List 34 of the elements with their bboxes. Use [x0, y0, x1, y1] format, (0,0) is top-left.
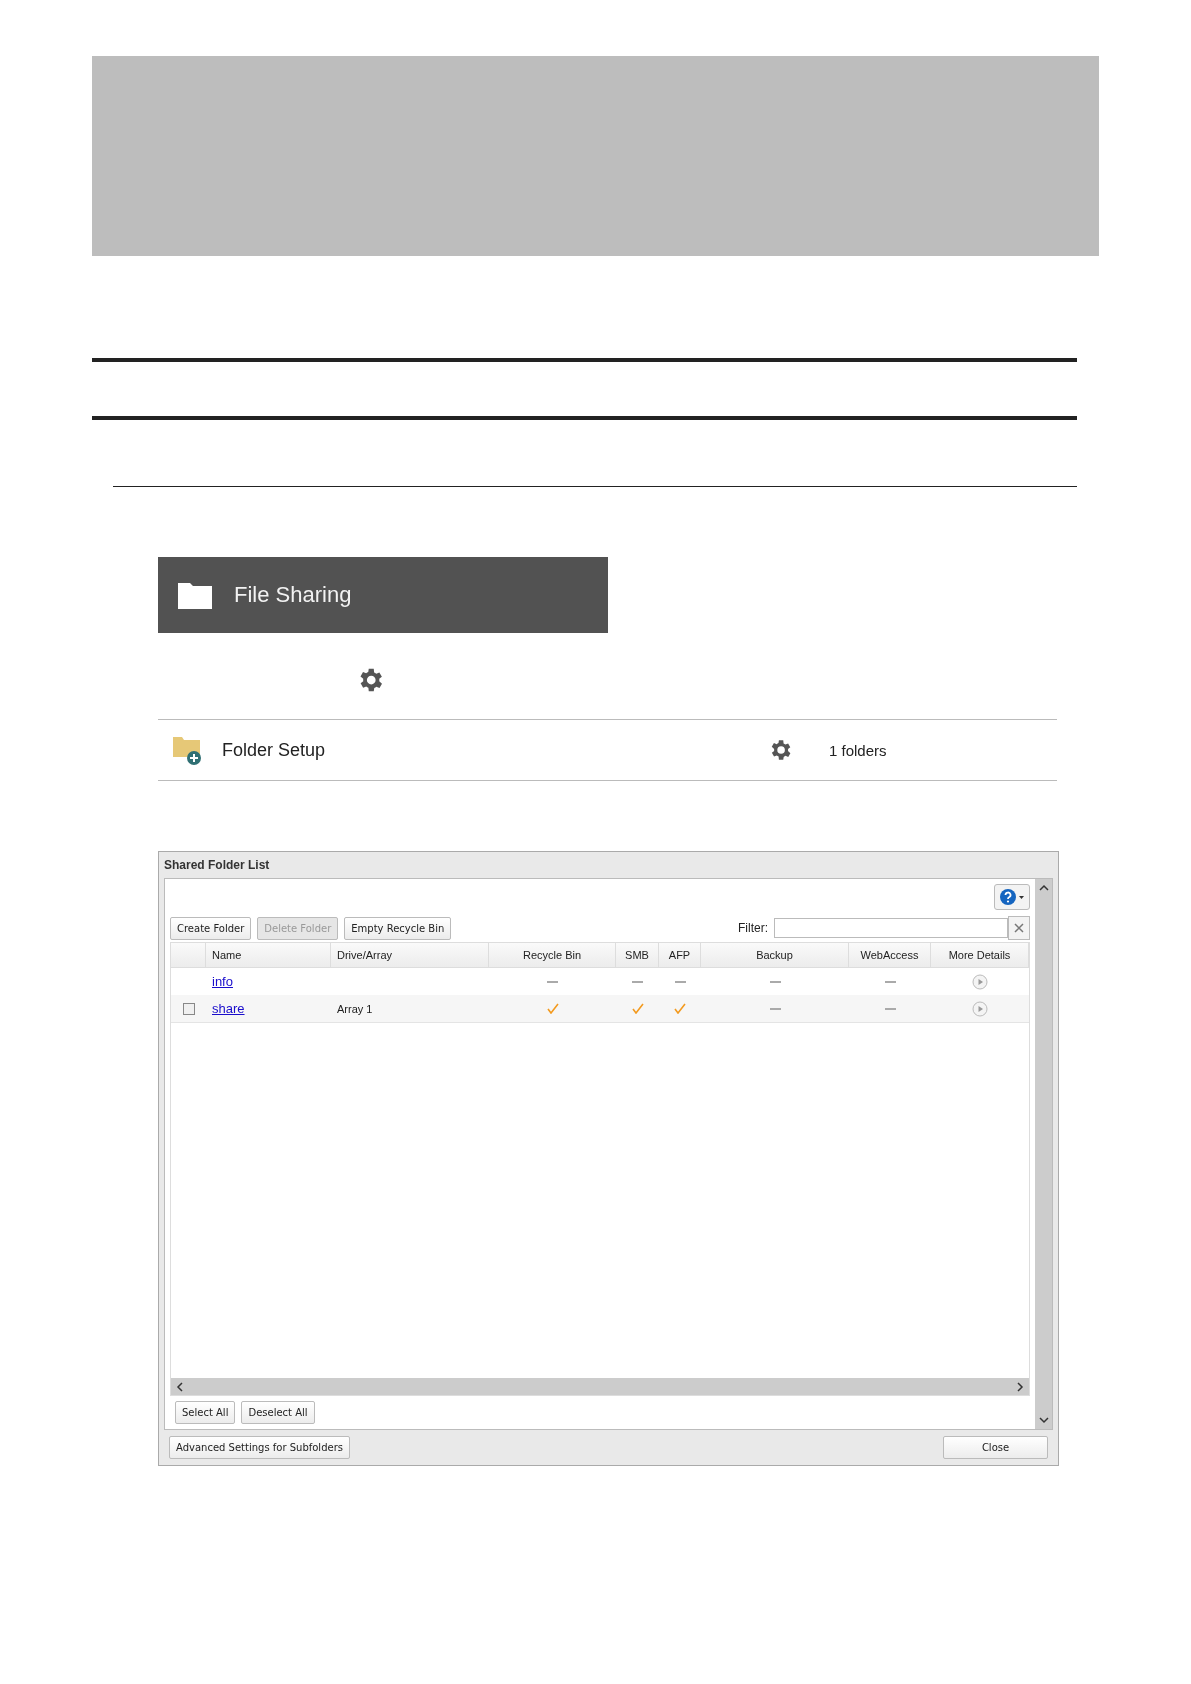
- column-header[interactable]: Backup: [701, 943, 849, 967]
- folder-setup-label: Folder Setup: [222, 739, 327, 761]
- help-icon: [999, 888, 1025, 906]
- close-button[interactable]: Close: [943, 1436, 1048, 1459]
- folder-link[interactable]: share: [212, 1001, 245, 1016]
- column-header[interactable]: Recycle Bin: [489, 943, 616, 967]
- filter-field[interactable]: [774, 918, 1008, 938]
- selection-button[interactable]: Deselect All: [241, 1401, 315, 1424]
- folder-link[interactable]: info: [212, 974, 233, 989]
- toolbar-button[interactable]: Create Folder: [170, 916, 252, 940]
- horizontal-scrollbar[interactable]: [171, 1378, 1029, 1395]
- column-header[interactable]: WebAccess: [849, 943, 931, 967]
- column-header[interactable]: AFP: [659, 943, 701, 967]
- filter-label: Filter:: [738, 921, 768, 935]
- column-header[interactable]: Drive/Array: [331, 943, 489, 967]
- play-icon[interactable]: [972, 1000, 988, 1017]
- help-button[interactable]: [994, 884, 1030, 910]
- header-title: File Sharing: [234, 582, 352, 608]
- folder-count: 1 folders: [829, 741, 887, 759]
- toolbar-button[interactable]: Empty Recycle Bin: [344, 916, 452, 940]
- column-header[interactable]: SMB: [616, 943, 659, 967]
- clear-button[interactable]: [1008, 916, 1030, 940]
- folder-icon: [178, 581, 212, 609]
- close-icon: [1014, 923, 1024, 933]
- vertical-scrollbar[interactable]: [1035, 879, 1052, 1429]
- table-cell: Array 1: [337, 1002, 373, 1015]
- selection-button[interactable]: Select All: [175, 1401, 236, 1424]
- column-header[interactable]: More Details: [931, 943, 1029, 967]
- dialog-title: Shared Folder List: [163, 857, 271, 874]
- folder-add-icon: [172, 734, 204, 766]
- column-header[interactable]: Name: [206, 943, 331, 967]
- play-icon[interactable]: [972, 973, 988, 990]
- row-checkbox[interactable]: [182, 1002, 195, 1015]
- advanced-settings-button[interactable]: Advanced Settings for Subfolders: [169, 1436, 350, 1459]
